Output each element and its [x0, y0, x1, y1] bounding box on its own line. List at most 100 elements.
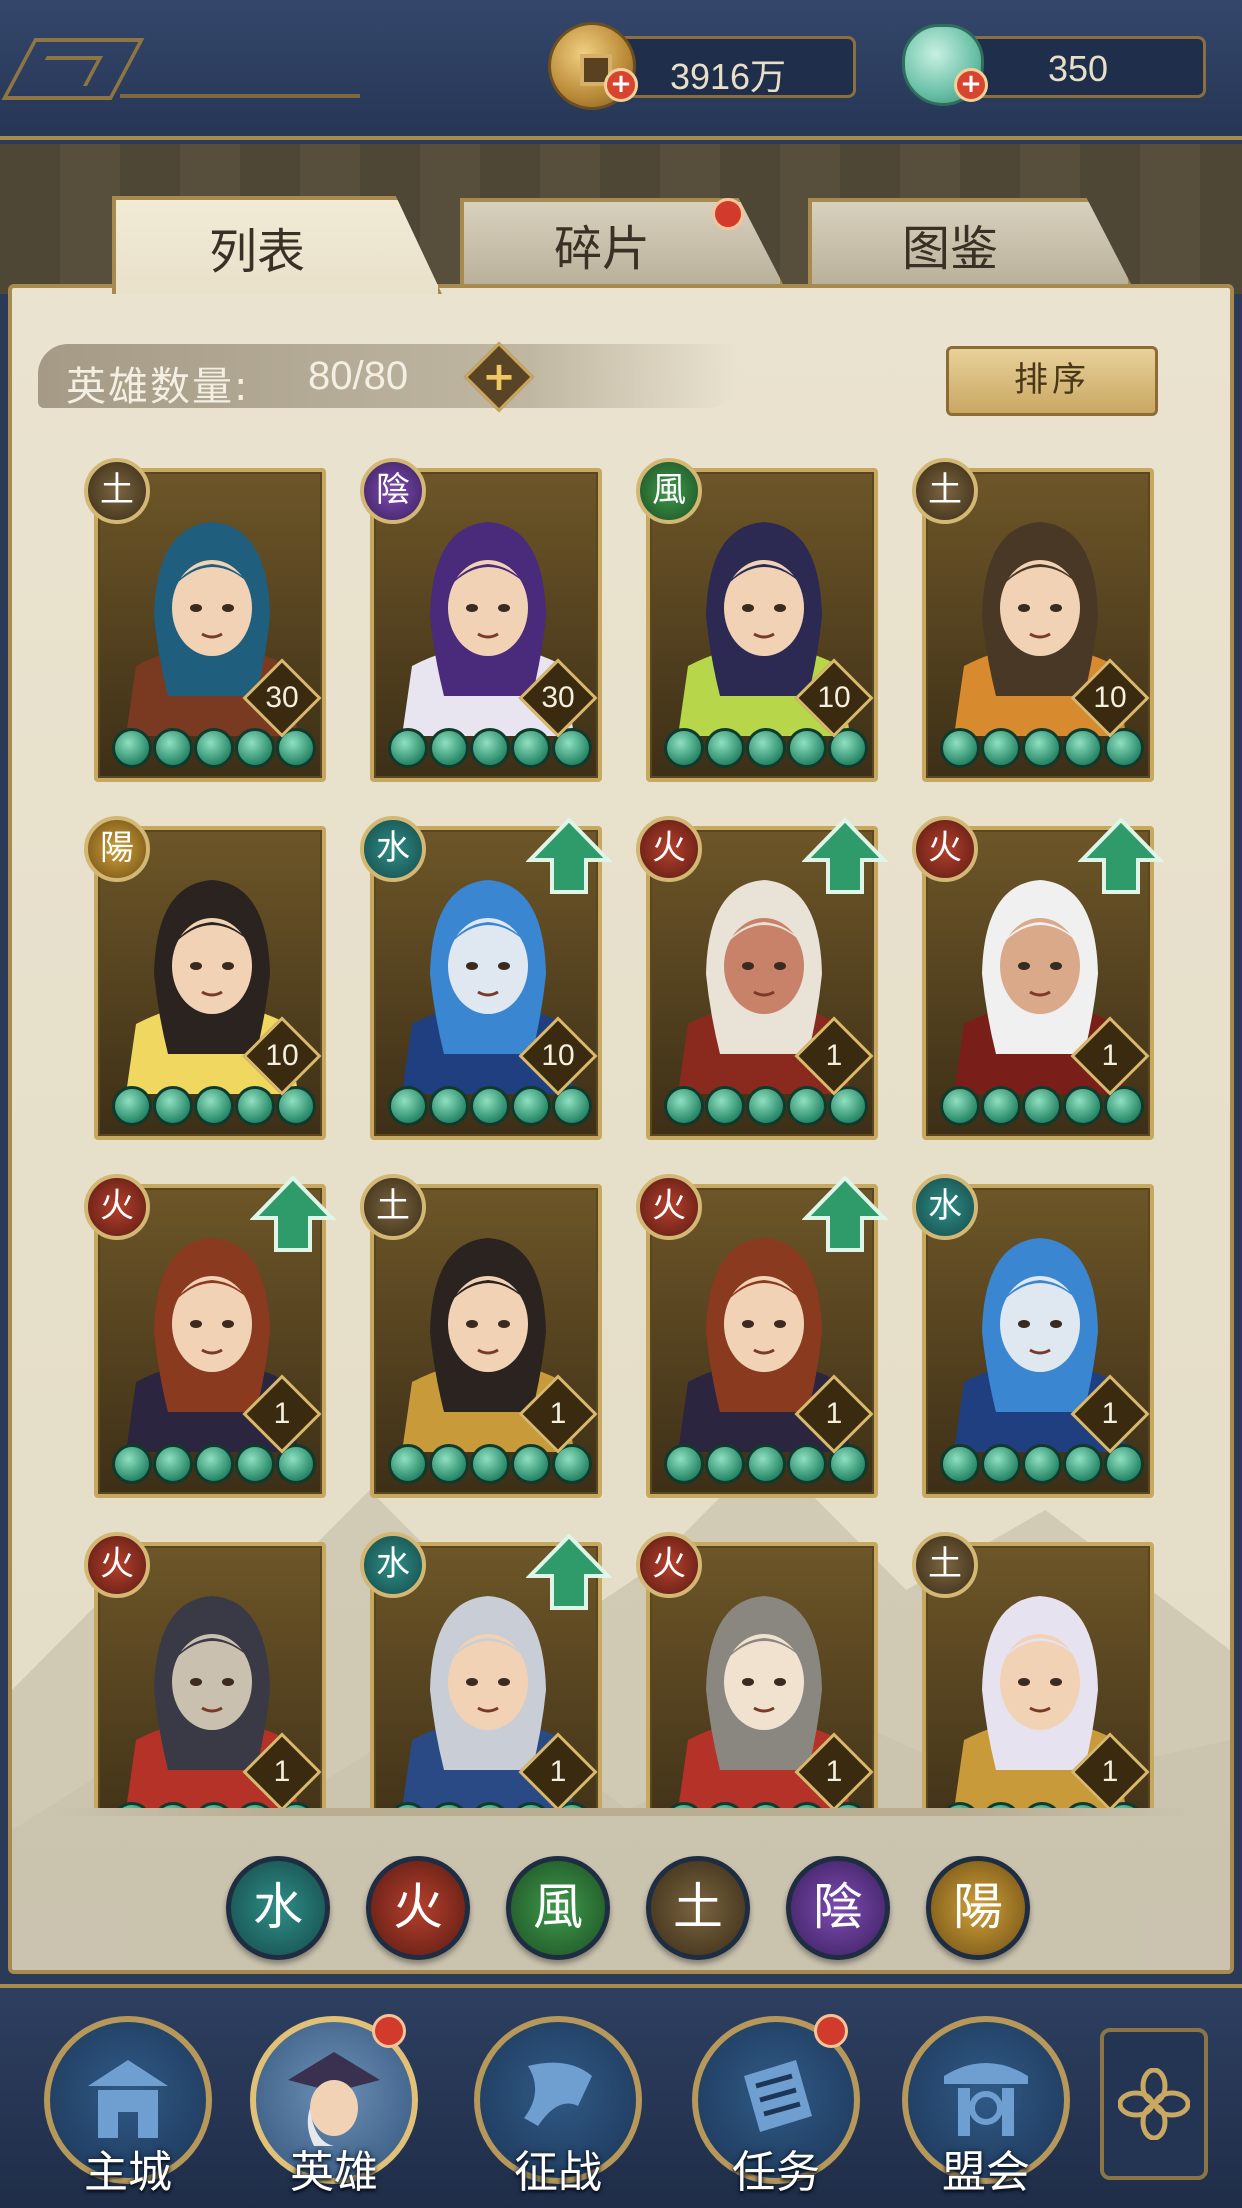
jade-star-icon [1022, 728, 1062, 768]
hero-card[interactable]: 1火 [636, 1532, 878, 1808]
jade-star-icon [112, 728, 152, 768]
element-fire-icon: 火 [636, 1174, 702, 1240]
filter-yang-button[interactable]: 陽 [926, 1856, 1030, 1960]
upgrade-arrow-icon [526, 817, 612, 894]
filter-water-button[interactable]: 水 [226, 1856, 330, 1960]
nav-label: 任务 [732, 2147, 820, 2198]
jade-star-icon [153, 1086, 193, 1126]
upgrade-arrow-icon [526, 1533, 612, 1610]
hero-level: 1 [1101, 1755, 1119, 1788]
tab-fragments-label: 碎片 [553, 221, 650, 277]
jade-star-icon [511, 1086, 551, 1126]
jade-star-icon [153, 1444, 193, 1484]
jade-star-icon [112, 1444, 152, 1484]
filter-yin-button[interactable]: 陰 [786, 1856, 890, 1960]
coin-amount: 3916万 [669, 56, 787, 97]
element-earth-icon: 土 [84, 458, 150, 524]
jade-star-icon [940, 728, 980, 768]
jade-star-icon [1063, 1086, 1103, 1126]
tab-list[interactable]: 列表 [112, 196, 442, 294]
jade-star-icon [787, 728, 827, 768]
hero-card[interactable]: 1火 [912, 816, 1164, 1140]
nav-item-5[interactable]: 盟会 [902, 2016, 1070, 2206]
element-fire-icon: 火 [636, 1532, 702, 1598]
hero-level: 30 [541, 681, 575, 714]
war-horn-icon [524, 2062, 592, 2126]
hero-portrait-icon [288, 2052, 380, 2146]
hero-card[interactable]: 30 土 [84, 458, 326, 782]
jade-star-icon [981, 728, 1021, 768]
element-yang-icon: 陽 [84, 816, 150, 882]
nav-label: 主城 [84, 2147, 172, 2198]
nav-item-1[interactable]: 主城 [44, 2016, 212, 2206]
jade-star-icon [388, 1444, 428, 1484]
hero-card[interactable]: 1火 [636, 1174, 888, 1498]
jade-star-icon [235, 1444, 275, 1484]
filter-wood-button[interactable]: 風 [506, 1856, 610, 1960]
hero-card[interactable]: 1土 [360, 1174, 602, 1498]
element-fire-icon: 火 [912, 816, 978, 882]
hero-level: 10 [541, 1039, 575, 1072]
menu-emblem-icon[interactable] [1, 38, 145, 100]
add-jade-button[interactable]: + [954, 68, 988, 102]
tab-codex[interactable]: 图鉴 [808, 198, 1132, 286]
nav-item-4[interactable]: 任务 [692, 2014, 860, 2206]
hero-level: 1 [273, 1397, 291, 1430]
nav-label: 英雄 [290, 2147, 378, 2198]
task-scroll-icon [744, 2060, 812, 2132]
hero-level: 1 [1101, 1039, 1119, 1072]
jade-star-icon [981, 1444, 1021, 1484]
hero-card[interactable]: 1土 [912, 1532, 1154, 1808]
hero-level: 10 [265, 1039, 299, 1072]
element-fire-icon: 火 [636, 816, 702, 882]
nav-item-3[interactable]: 征战 [474, 2016, 642, 2206]
upgrade-arrow-icon [250, 1175, 336, 1252]
jade-star-icon [1022, 1086, 1062, 1126]
jade-star-icon [470, 1444, 510, 1484]
element-wood-icon: 風 [636, 458, 702, 524]
alliance-hall-icon [944, 2063, 1028, 2136]
coin-counter: 3916万 [600, 36, 856, 98]
jade-star-icon [388, 728, 428, 768]
filter-earth-button[interactable]: 土 [646, 1856, 750, 1960]
hero-list-panel: 英雄数量: 80/80 + 排序 30 土 30 陰 10 風 10 土 10 陽 10 水 1 火 1 火 1… [8, 284, 1234, 1974]
jade-star-icon [705, 728, 745, 768]
hero-card[interactable]: 1火 [636, 816, 888, 1140]
hero-level: 1 [1101, 1397, 1119, 1430]
element-water-icon: 水 [912, 1174, 978, 1240]
element-earth-icon: 土 [912, 1532, 978, 1598]
more-menu-button[interactable] [1100, 2028, 1208, 2180]
jade-star-icon [940, 1444, 980, 1484]
hero-card[interactable]: 30 陰 [360, 458, 602, 782]
hero-card[interactable]: 10 土 [912, 458, 1154, 782]
add-coins-button[interactable]: + [604, 68, 638, 102]
jade-star-icon [470, 1086, 510, 1126]
hero-level: 10 [817, 681, 851, 714]
element-earth-icon: 土 [912, 458, 978, 524]
hero-card[interactable]: 10 水 [360, 816, 612, 1140]
hero-card[interactable]: 10 風 [636, 458, 878, 782]
jade-star-icon [153, 728, 193, 768]
notification-dot [814, 2014, 848, 2048]
jade-star-icon [981, 1086, 1021, 1126]
upgrade-arrow-icon [802, 817, 888, 894]
jade-star-icon [746, 1444, 786, 1484]
hero-card[interactable]: 1火 [84, 1532, 326, 1808]
jade-star-icon [664, 1444, 704, 1484]
jade-star-icon [194, 728, 234, 768]
jade-counter: 350 [950, 36, 1206, 98]
hero-card[interactable]: 1火 [84, 1174, 336, 1498]
filter-fire-button[interactable]: 火 [366, 1856, 470, 1960]
hero-level: 1 [549, 1397, 567, 1430]
hero-card[interactable]: 1水 [912, 1174, 1154, 1498]
jade-star-icon [746, 728, 786, 768]
city-gate-icon [88, 2060, 168, 2138]
hero-card[interactable]: 1水 [360, 1532, 612, 1808]
nav-label: 征战 [514, 2147, 602, 2198]
element-fire-icon: 火 [84, 1532, 150, 1598]
jade-star-icon [511, 1444, 551, 1484]
nav-item-2[interactable]: 英雄 [250, 2014, 418, 2206]
hero-card[interactable]: 10 陽 [84, 816, 326, 1140]
jade-star-icon [112, 1086, 152, 1126]
element-earth-icon: 土 [360, 1174, 426, 1240]
